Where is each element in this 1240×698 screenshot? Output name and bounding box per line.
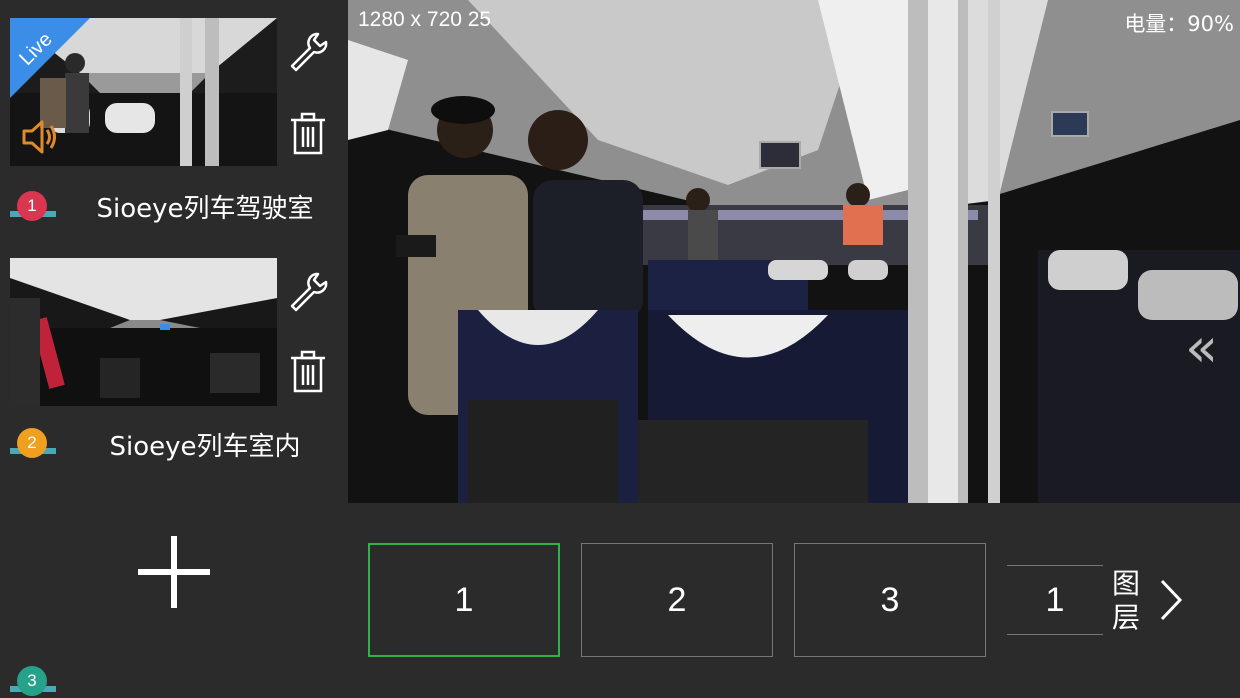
- source-2-name: Sioeye列车室内: [109, 432, 301, 462]
- main-video-preview[interactable]: 1280 x 720 25 电量：90% «: [348, 0, 1240, 503]
- source-1-name: Sioeye列车驾驶室: [96, 194, 314, 224]
- layer-strip: 1 2 3 1 图层: [348, 503, 1240, 698]
- source-1-delete-button[interactable]: [286, 112, 330, 160]
- source-2-settings-button[interactable]: [286, 270, 330, 314]
- badge-number: 3: [17, 666, 47, 696]
- trash-icon: [288, 112, 328, 160]
- source-card-2: 2 Sioeye列车室内: [0, 258, 348, 488]
- source-card-1: Live 1 Sioeye列车驾驶室: [0, 18, 348, 248]
- trash-icon: [288, 350, 328, 398]
- wrench-icon: [286, 28, 330, 76]
- speaker-icon[interactable]: [18, 116, 60, 158]
- layer-slot-1[interactable]: 1: [368, 543, 560, 657]
- double-chevron-left-icon[interactable]: «: [1185, 316, 1218, 379]
- source-1-settings-button[interactable]: [286, 30, 330, 74]
- source-2-index-badge: 2: [10, 428, 56, 460]
- badge-number: 2: [17, 428, 47, 458]
- source-1-index-badge: 1: [10, 191, 56, 223]
- source-2-thumbnail[interactable]: [10, 258, 277, 406]
- resolution-readout: 1280 x 720 25: [358, 8, 492, 31]
- badge-number: 1: [17, 191, 47, 221]
- source-sidebar: Live 1 Sioeye列车驾驶室 2 Sioeye列车室内 3: [0, 0, 348, 698]
- source-2-delete-button[interactable]: [286, 350, 330, 398]
- wrench-icon: [286, 268, 330, 316]
- source-3-index-badge: 3: [10, 666, 56, 698]
- layer-slot-2[interactable]: 2: [581, 543, 773, 657]
- add-source-button[interactable]: [138, 536, 210, 608]
- chevron-right-icon[interactable]: [1156, 577, 1186, 627]
- layer-slot-3[interactable]: 3: [794, 543, 986, 657]
- layer-label: 图层: [1112, 567, 1141, 634]
- battery-level: 电量：90%: [1124, 12, 1234, 36]
- layer-slot-4[interactable]: 1: [1007, 543, 1103, 657]
- source-1-thumbnail[interactable]: Live: [10, 18, 277, 166]
- video-frame: [348, 0, 1240, 503]
- layer-slot-4-label: 1: [1045, 580, 1065, 619]
